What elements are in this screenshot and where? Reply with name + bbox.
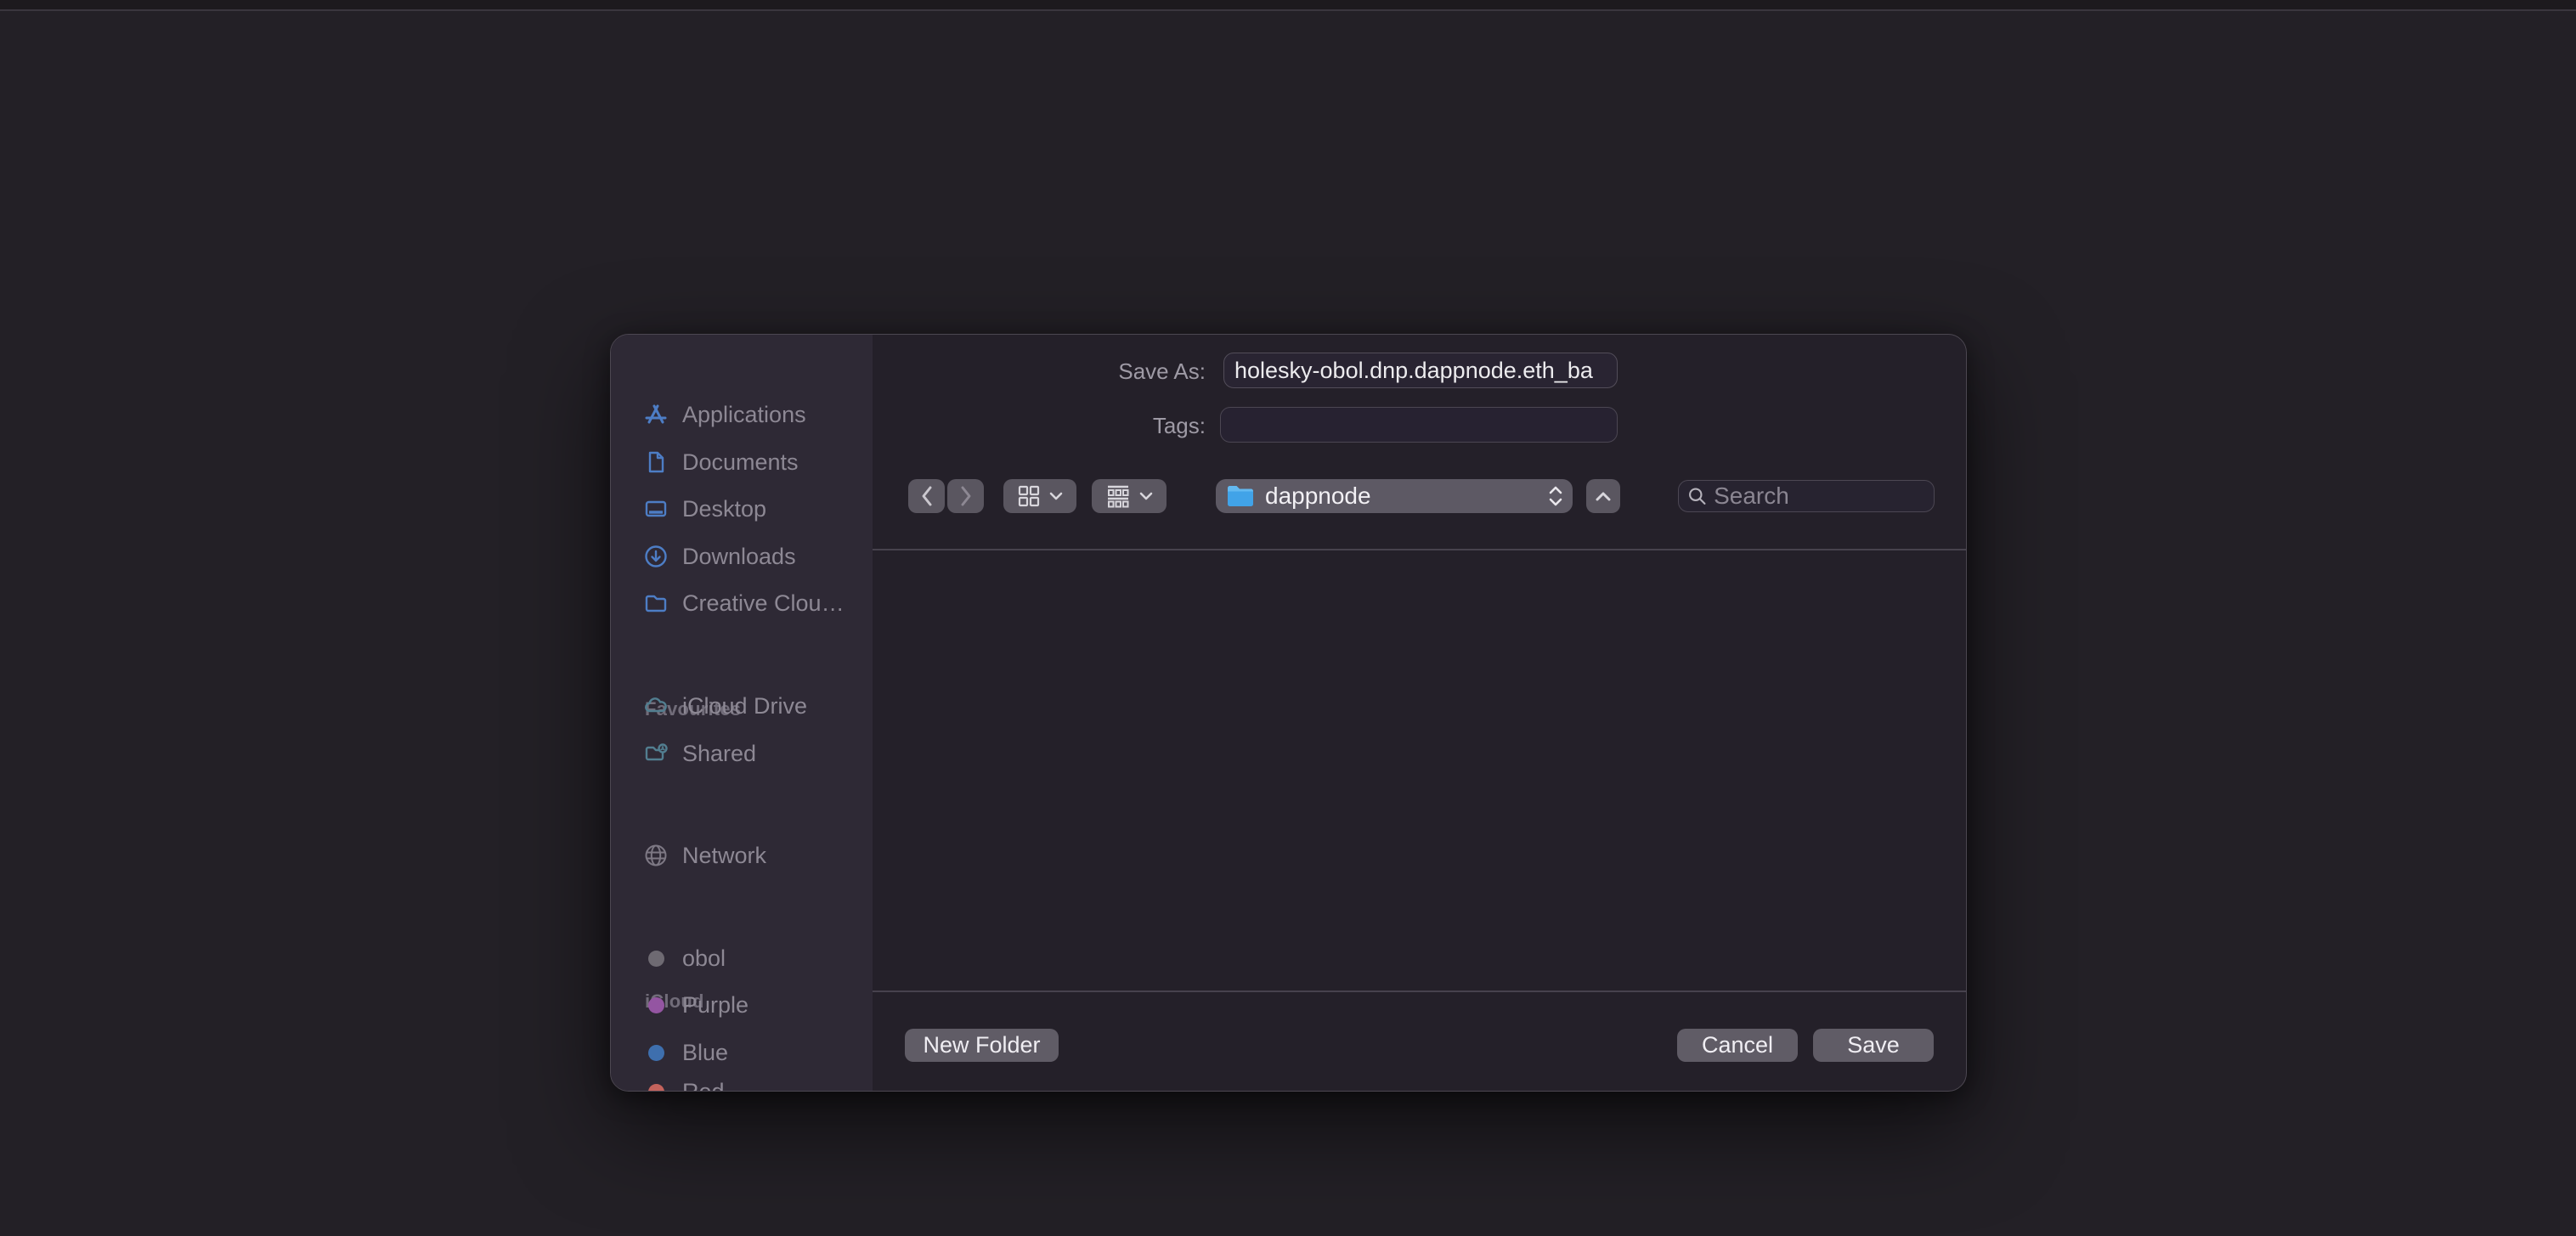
sidebar-item-label: iCloud Drive [682,693,807,720]
globe-icon [643,843,669,868]
search-icon [1687,485,1707,507]
sidebar-item-applications[interactable]: Applications [643,400,806,429]
sidebar-item-label: Downloads [682,544,796,570]
chevron-right-icon [958,485,974,507]
group-view-button[interactable] [1092,479,1167,513]
save-button[interactable]: Save [1813,1029,1934,1062]
appstore-icon [643,402,669,427]
folder-dropdown-label: dappnode [1265,483,1539,510]
tag-dot-icon [643,945,669,971]
sidebar-item-label: Network [682,843,766,869]
sidebar-item-label: Blue [682,1040,728,1066]
chevron-left-icon [919,485,935,507]
grid-view-icon [1017,484,1041,508]
cancel-label: Cancel [1702,1032,1773,1058]
updown-stepper-icon [1549,485,1562,507]
sidebar-item-label: Red [682,1079,725,1092]
sidebar-item-downloads[interactable]: Downloads [643,542,796,571]
document-icon [643,449,669,475]
parent-folder-button[interactable] [1586,479,1620,513]
sidebar-item-label: Purple [682,992,749,1019]
sidebar-item-documents[interactable]: Documents [643,448,799,477]
sidebar-item-label: Creative Clou… [682,590,845,617]
forward-button[interactable] [947,479,984,513]
menu-bar [0,0,2576,11]
sidebar-item-label: Documents [682,449,799,476]
sidebar-item-label: Shared [682,741,756,767]
sidebar-item-tag-obol[interactable]: obol [643,944,726,973]
folder-icon [643,590,669,616]
sidebar-item-icloud-drive[interactable]: iCloud Drive [643,691,807,720]
downloads-icon [643,544,669,569]
sidebar-item-label: Applications [682,402,806,428]
sidebar: Favourites Applications Documents [611,335,873,1091]
file-list-area[interactable] [873,550,1966,990]
sidebar-item-tag-purple[interactable]: Purple [643,990,749,1019]
sidebar-item-network[interactable]: Network [643,841,766,870]
sidebar-item-tag-red[interactable]: Red [643,1077,725,1091]
save-dialog: Favourites Applications Documents [610,334,1967,1092]
new-folder-button[interactable]: New Folder [905,1029,1059,1062]
back-button[interactable] [908,479,945,513]
sidebar-item-creative-cloud[interactable]: Creative Clou… [643,589,845,618]
group-view-icon [1105,484,1131,508]
sidebar-item-shared[interactable]: Shared [643,739,756,768]
chevron-down-icon [1139,492,1153,500]
tag-dot-icon [643,1079,669,1091]
sidebar-item-desktop[interactable]: Desktop [643,494,766,523]
icon-view-button[interactable] [1003,479,1076,513]
footer-separator [873,990,1966,992]
tag-dot-icon [643,992,669,1018]
search-field[interactable] [1678,480,1935,512]
sidebar-item-label: Desktop [682,496,766,522]
filename-input[interactable] [1223,353,1618,388]
new-folder-label: New Folder [923,1032,1040,1058]
sidebar-item-label: obol [682,945,726,972]
sidebar-item-tag-blue[interactable]: Blue [643,1038,728,1067]
cancel-button[interactable]: Cancel [1677,1029,1798,1062]
cloud-icon [643,693,669,719]
folder-icon [1226,484,1255,508]
desktop-icon [643,496,669,522]
folder-dropdown[interactable]: dappnode [1216,479,1573,513]
chevron-down-icon [1049,492,1063,500]
save-label: Save [1847,1032,1900,1058]
tag-dot-icon [643,1040,669,1065]
shared-folder-icon [643,741,669,766]
search-input[interactable] [1714,483,1925,510]
save-as-label: Save As: [1070,358,1206,385]
tags-label: Tags: [1070,413,1206,439]
tags-input[interactable] [1220,407,1618,443]
chevron-up-icon [1596,491,1611,501]
